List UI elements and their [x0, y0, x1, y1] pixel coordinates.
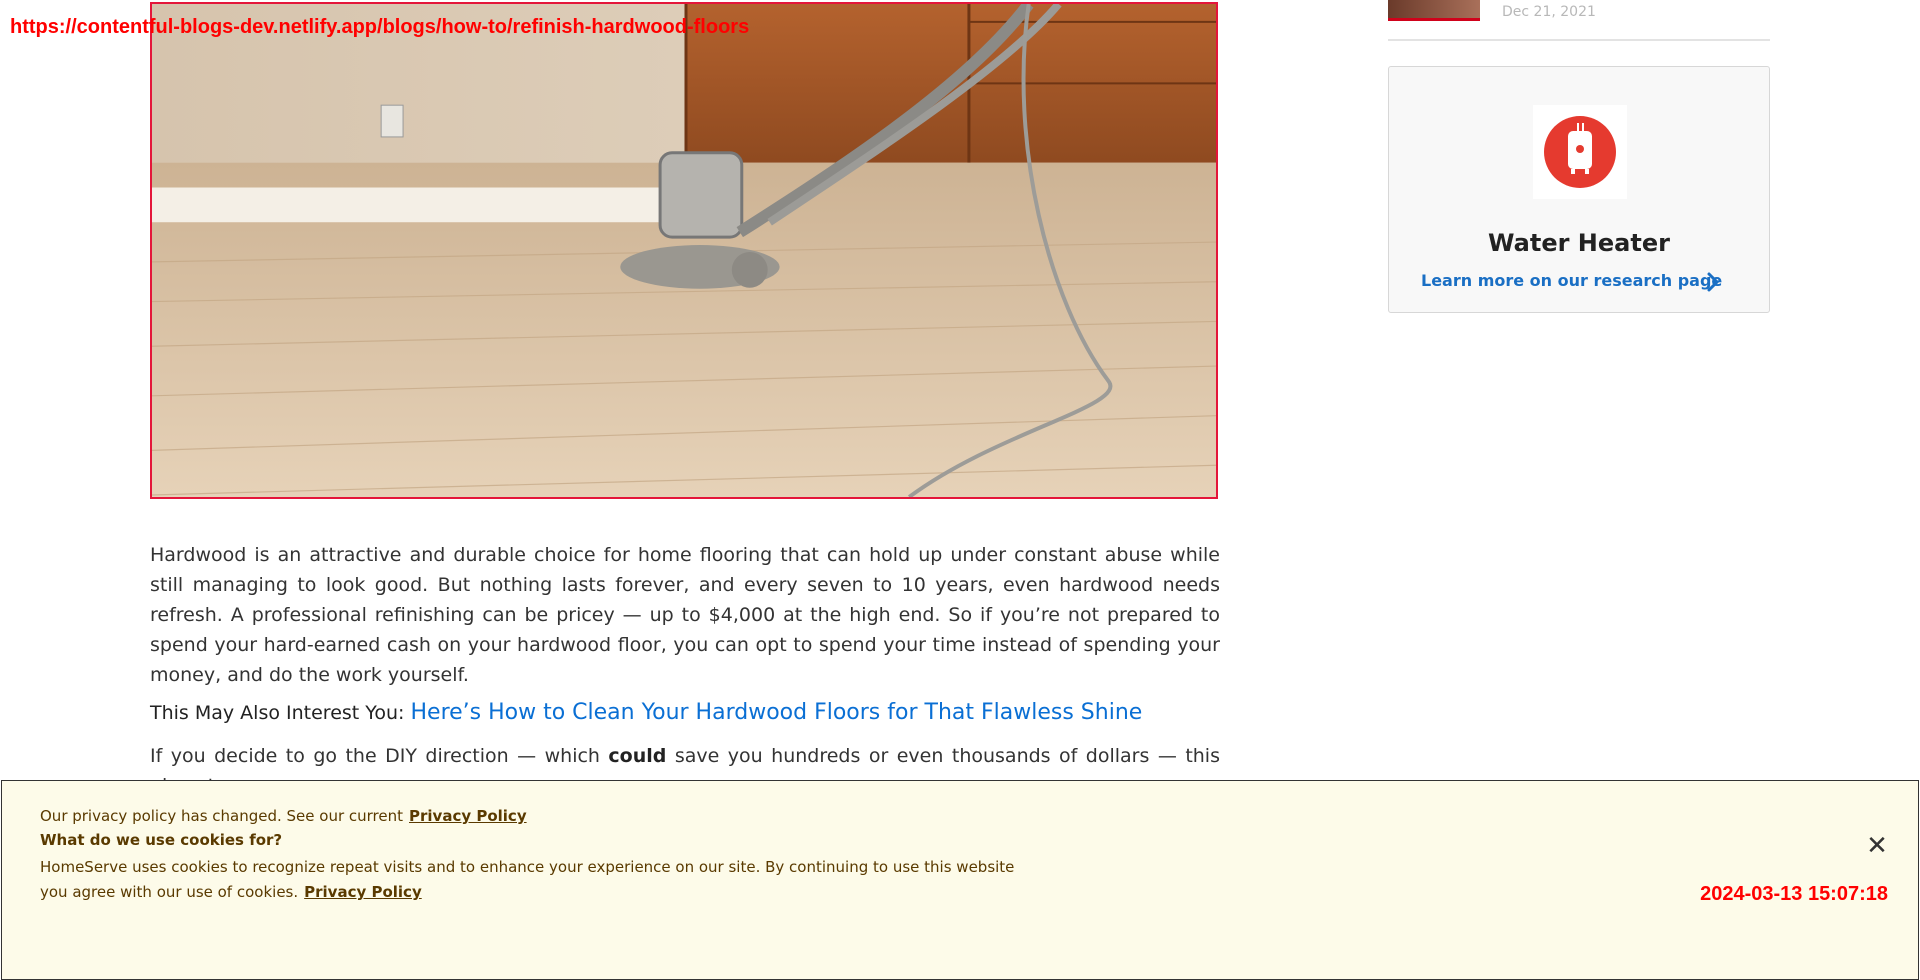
article-body: Hardwood is an attractive and durable ch…	[150, 540, 1220, 811]
related-article-link[interactable]: Here’s How to Clean Your Hardwood Floors…	[410, 700, 1142, 725]
article-intro-paragraph: Hardwood is an attractive and durable ch…	[150, 544, 1220, 686]
cookie-description-text: HomeServe uses cookies to recognize repe…	[40, 858, 1015, 901]
cookie-banner: Our privacy policy has changed. See our …	[1, 780, 1919, 980]
floor-sander-illustration	[152, 4, 1216, 497]
sidebar-divider	[1388, 39, 1770, 41]
diy-text-bold: could	[608, 745, 667, 767]
timestamp-overlay: 2024-03-13 15:07:18	[1700, 883, 1888, 905]
privacy-policy-link[interactable]: Privacy Policy	[409, 807, 527, 825]
water-heater-card[interactable]: Water Heater Learn more on our research …	[1388, 66, 1770, 313]
related-label: This May Also Interest You:	[150, 702, 405, 724]
chevron-right-icon[interactable]	[1705, 271, 1721, 293]
close-icon[interactable]: ✕	[1864, 833, 1890, 859]
water-heater-icon	[1544, 116, 1616, 188]
cookie-description: HomeServe uses cookies to recognize repe…	[40, 855, 1040, 905]
cookie-heading: What do we use cookies for?	[40, 831, 283, 849]
research-page-link[interactable]: Learn more on our research page	[1421, 271, 1722, 290]
related-article: This May Also Interest You: Here’s How t…	[150, 700, 1220, 725]
privacy-change-text: Our privacy policy has changed. See our …	[40, 807, 404, 825]
privacy-policy-link-2[interactable]: Privacy Policy	[304, 883, 422, 901]
water-heater-title: Water Heater	[1488, 229, 1670, 257]
diy-text-start: If you decide to go the DIY direction — …	[150, 745, 609, 767]
water-heater-icon-container	[1533, 105, 1627, 199]
hero-image	[150, 2, 1218, 499]
sidebar-article-thumbnail[interactable]	[1388, 0, 1480, 21]
privacy-change-notice: Our privacy policy has changed. See our …	[40, 807, 527, 825]
sidebar-article-date: Dec 21, 2021	[1502, 4, 1596, 20]
url-overlay: https://contentful-blogs-dev.netlify.app…	[10, 16, 750, 38]
